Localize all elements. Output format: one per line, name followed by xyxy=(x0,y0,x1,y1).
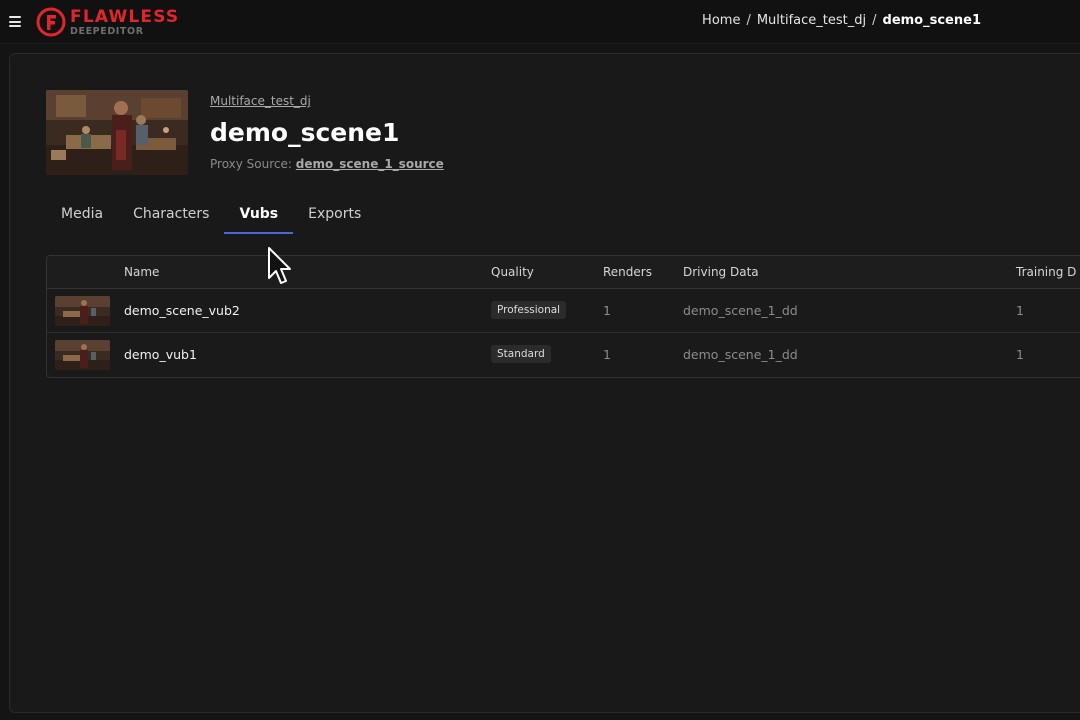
scene-thumbnail-image xyxy=(46,90,188,175)
vub-thumbnail-image xyxy=(55,340,110,370)
breadcrumb-current: demo_scene1 xyxy=(882,13,981,28)
vub-name: demo_scene_vub2 xyxy=(124,303,240,318)
logo-main-text: FLAWLESS xyxy=(70,7,180,27)
renders-count: 1 xyxy=(603,303,611,318)
proxy-source-label: Proxy Source: xyxy=(210,157,292,171)
flawless-logo-icon xyxy=(36,7,66,37)
column-header-driving-data[interactable]: Driving Data xyxy=(683,265,759,279)
tab-vubs[interactable]: Vubs xyxy=(224,202,293,234)
hamburger-menu-icon[interactable] xyxy=(9,16,21,27)
top-bar: FLAWLESS DEEPEDITOR Home / Multiface_test_… xyxy=(0,0,1080,44)
quality-badge: Professional xyxy=(491,301,567,319)
vubs-table: Name Quality Renders Driving Data Traini… xyxy=(46,255,1080,378)
column-header-name[interactable]: Name xyxy=(124,265,159,279)
table-row[interactable]: demo_scene_vub2 Professional 1 demo_scen… xyxy=(47,289,1080,333)
vub-thumbnail-image xyxy=(55,296,110,326)
proxy-source-link[interactable]: demo_scene_1_source xyxy=(296,157,444,171)
training-data-value: 1 xyxy=(1016,303,1024,318)
vub-thumbnail xyxy=(55,296,110,326)
tab-characters[interactable]: Characters xyxy=(118,202,224,234)
table-row[interactable]: demo_vub1 Standard 1 demo_scene_1_dd 1 xyxy=(47,333,1080,377)
tab-exports[interactable]: Exports xyxy=(293,202,376,234)
scene-tabs: Media Characters Vubs Exports xyxy=(46,202,376,234)
column-header-renders[interactable]: Renders xyxy=(603,265,652,279)
breadcrumb-home[interactable]: Home xyxy=(702,13,740,28)
vub-thumbnail xyxy=(55,340,110,370)
scene-thumbnail xyxy=(46,90,188,175)
table-header: Name Quality Renders Driving Data Traini… xyxy=(47,256,1080,289)
proxy-source: Proxy Source: demo_scene_1_source xyxy=(210,157,444,171)
breadcrumb-separator: / xyxy=(746,13,751,28)
page-title: demo_scene1 xyxy=(210,118,400,147)
logo-wordmark: FLAWLESS DEEPEDITOR xyxy=(70,8,179,37)
renders-count: 1 xyxy=(603,347,611,362)
driving-data-value: demo_scene_1_dd xyxy=(683,303,798,318)
driving-data-value: demo_scene_1_dd xyxy=(683,347,798,362)
tab-media[interactable]: Media xyxy=(46,202,118,234)
breadcrumb-project[interactable]: Multiface_test_dj xyxy=(757,13,866,28)
quality-badge: Standard xyxy=(491,345,551,363)
column-header-training-data[interactable]: Training D xyxy=(1016,265,1076,279)
column-header-quality[interactable]: Quality xyxy=(491,265,534,279)
breadcrumb-separator: / xyxy=(872,13,877,28)
project-link[interactable]: Multiface_test_dj xyxy=(210,94,311,108)
breadcrumb: Home / Multiface_test_dj / demo_scene1 xyxy=(702,13,981,28)
logo-sub-text: DEEPEDITOR xyxy=(70,26,144,37)
vub-name: demo_vub1 xyxy=(124,347,197,362)
training-data-value: 1 xyxy=(1016,347,1024,362)
